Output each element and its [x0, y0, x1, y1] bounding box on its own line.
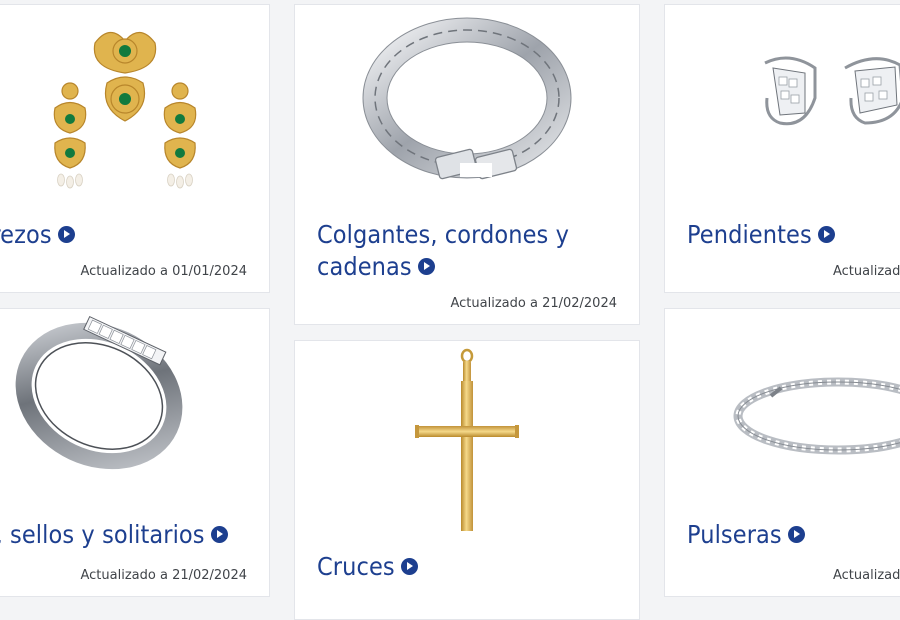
product-card-aderezos[interactable]: Aderezos Actualizado a 01/01/2024 [0, 4, 270, 293]
product-title-text[interactable]: Anillos, sellos y solitarios [0, 520, 205, 549]
arrow-right-circle-icon[interactable] [417, 257, 435, 275]
product-title-link[interactable]: Aderezos [0, 219, 251, 251]
product-title-text[interactable]: Aderezos [0, 220, 52, 249]
gold-cross-pendant-icon [415, 348, 519, 531]
arrow-right-circle-icon[interactable] [817, 225, 835, 243]
updated-date: Actualizado a 21/02/2024 [450, 296, 618, 311]
diamond-band-ring-icon [15, 315, 183, 470]
arrow-right-circle-icon[interactable] [57, 225, 75, 243]
product-title-link[interactable]: Pendientes [687, 219, 900, 251]
product-title-link[interactable]: Anillos, sellos y solitarios [0, 519, 251, 551]
product-card-cruces[interactable]: Cruces [294, 340, 640, 620]
silver-chain-bracelet-icon [362, 17, 572, 179]
updated-date: Actualizado a 21/02/2024 [80, 568, 248, 583]
pulseras-image[interactable] [665, 309, 900, 499]
product-title-text[interactable]: Cruces [317, 552, 395, 581]
product-card-pulseras[interactable]: Pulseras Actualizado a 21/02/2024 [664, 308, 900, 597]
product-title-link[interactable]: Colgantes, cordones y cadenas [317, 219, 621, 283]
anillos-image[interactable] [0, 309, 269, 489]
colgantes-image[interactable] [295, 5, 639, 200]
pendientes-image[interactable] [665, 5, 900, 200]
arrow-right-circle-icon[interactable] [400, 557, 418, 575]
product-card-colgantes[interactable]: Colgantes, cordones y cadenas Actualizad… [294, 4, 640, 325]
updated-date: Actualizado a 21/02/2024 [833, 568, 900, 583]
product-title-text[interactable]: Pulseras [687, 520, 782, 549]
cruces-image[interactable] [295, 347, 639, 535]
updated-date: Actualizado a 21/02/2024 [833, 264, 900, 279]
product-title-link[interactable]: Pulseras [687, 519, 900, 551]
diamond-hoop-earrings-icon [764, 56, 900, 125]
arrow-right-circle-icon[interactable] [787, 525, 805, 543]
product-title-link[interactable]: Cruces [317, 551, 621, 583]
product-title-text[interactable]: Pendientes [687, 220, 812, 249]
product-card-pendientes[interactable]: Pendientes Actualizado a 21/02/2024 [664, 4, 900, 293]
product-title-text[interactable]: Colgantes, cordones y cadenas [317, 220, 569, 281]
updated-date: Actualizado a 01/01/2024 [80, 264, 248, 279]
gold-emerald-earrings-set-icon [53, 31, 197, 188]
arrow-right-circle-icon[interactable] [210, 525, 228, 543]
aderezos-image[interactable] [0, 5, 269, 200]
diamond-tennis-bracelet-icon [733, 377, 900, 455]
product-card-anillos[interactable]: Anillos, sellos y solitarios Actualizado… [0, 308, 270, 597]
